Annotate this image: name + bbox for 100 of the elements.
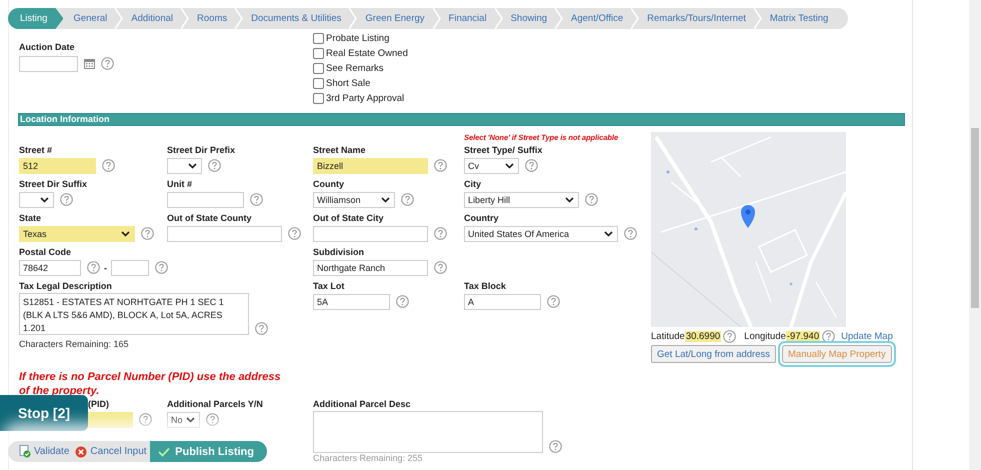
text-field[interactable]: A — [464, 294, 541, 310]
text-field[interactable]: Northgate Ranch — [313, 260, 428, 276]
chevron-icon — [494, 8, 503, 29]
help-icon[interactable] — [288, 227, 301, 240]
text-field[interactable]: 5A — [313, 294, 390, 310]
field-label: Tax Block — [464, 280, 507, 292]
character-counter: Characters Remaining: 255 — [313, 453, 423, 463]
help-icon[interactable] — [102, 159, 115, 172]
checkbox[interactable] — [313, 32, 324, 44]
tab[interactable]: Rooms — [189, 8, 236, 29]
text-field[interactable] — [87, 412, 133, 428]
checkbox-label: 3rd Party Approval — [326, 92, 404, 104]
dropdown[interactable]: Cv — [464, 158, 519, 174]
dropdown[interactable] — [167, 158, 202, 174]
validate-button[interactable]: Validate — [16, 441, 72, 462]
help-icon[interactable] — [549, 440, 562, 453]
text-field[interactable] — [313, 226, 428, 242]
text-field[interactable]: Bizzell — [313, 158, 428, 174]
checkbox[interactable] — [313, 48, 324, 58]
tab[interactable]: Documents & Utilities — [243, 8, 350, 29]
help-icon[interactable] — [547, 295, 560, 308]
field-label: Street Dir Prefix — [167, 144, 236, 156]
help-icon[interactable] — [60, 193, 73, 206]
help-icon[interactable] — [206, 413, 219, 426]
field-label: State — [19, 212, 42, 224]
dropdown[interactable] — [19, 192, 54, 208]
latitude-label: Latitude — [651, 330, 685, 342]
help-icon[interactable] — [101, 57, 114, 70]
date-field[interactable] — [19, 56, 78, 72]
warning-text: If there is no Parcel Number (PID) use the address of the property. — [19, 370, 282, 398]
tab[interactable]: General — [65, 8, 116, 29]
chevron-icon — [235, 8, 244, 29]
caret-icon[interactable] — [186, 416, 195, 422]
text-field[interactable] — [167, 192, 244, 208]
text-field[interactable]: 78642 — [19, 260, 81, 276]
update-map-link[interactable]: Update Map — [841, 330, 893, 342]
help-icon[interactable] — [585, 193, 598, 206]
chevron-icon — [631, 8, 640, 29]
help-icon[interactable] — [434, 227, 447, 240]
text-area[interactable]: S12851 - ESTATES AT NORHTGATE PH 1 SEC 1 (BLK A LTS 5&6 AMD), BLOCK A, Lot 5A, ACRES 1.201 — [19, 293, 249, 335]
stop-button[interactable]: Stop [2] — [0, 395, 88, 431]
tab[interactable]: Remarks/Tours/Internet — [639, 8, 754, 29]
tab[interactable]: Showing — [502, 8, 556, 29]
help-icon[interactable] — [141, 227, 154, 240]
field-label: Auction Date — [19, 41, 76, 53]
text-field[interactable] — [111, 260, 149, 276]
calendar-icon[interactable] — [84, 58, 95, 69]
publish-button[interactable]: Publish Listing — [150, 441, 267, 462]
caret-icon[interactable] — [604, 230, 613, 236]
dropdown[interactable]: Williamson — [313, 192, 395, 208]
field-label: County — [313, 178, 345, 190]
map-button[interactable]: Get Lat/Long from address — [651, 345, 776, 363]
checkbox[interactable] — [313, 78, 324, 88]
caret-icon[interactable] — [121, 230, 130, 236]
caret-icon[interactable] — [505, 162, 514, 168]
text-field[interactable]: 512 — [19, 158, 96, 174]
help-icon[interactable] — [208, 159, 221, 172]
longitude-label: Longitude — [744, 330, 786, 342]
tab[interactable]: Green Energy — [357, 8, 433, 29]
tab[interactable]: Matrix Testing — [762, 8, 836, 29]
chevron-icon — [349, 8, 358, 29]
dropdown[interactable]: Liberty Hill — [464, 192, 579, 208]
dropdown[interactable]: No — [167, 412, 200, 428]
field-label: Street # — [19, 144, 54, 156]
field-label: Postal Code — [19, 246, 72, 258]
help-icon[interactable] — [139, 413, 152, 426]
dropdown[interactable]: United States Of America — [464, 226, 618, 242]
help-icon[interactable] — [624, 227, 637, 240]
caret-icon[interactable] — [188, 162, 197, 168]
caret-icon[interactable] — [565, 196, 574, 202]
validate-icon — [19, 445, 31, 458]
section-header: Location Information — [18, 113, 905, 126]
tab[interactable]: Additional — [123, 8, 182, 29]
help-icon[interactable] — [87, 261, 100, 274]
checkbox[interactable] — [313, 92, 324, 104]
checkbox[interactable] — [313, 62, 324, 74]
character-counter: Characters Remaining: 165 — [19, 339, 130, 349]
help-icon[interactable] — [396, 295, 409, 308]
cancel-button[interactable]: Cancel Input — [72, 441, 150, 462]
help-icon[interactable] — [434, 261, 447, 274]
caret-icon[interactable] — [381, 196, 390, 202]
text-field[interactable] — [167, 226, 282, 242]
help-icon[interactable] — [155, 261, 168, 274]
field-label: Tax Legal Description — [19, 280, 113, 292]
field-label: Tax Lot — [313, 280, 346, 292]
tab[interactable]: Listing — [8, 8, 64, 29]
caret-icon[interactable] — [40, 196, 49, 202]
help-icon[interactable] — [250, 193, 263, 206]
help-icon[interactable] — [525, 159, 538, 172]
scrollbar[interactable] — [969, 0, 981, 470]
help-icon[interactable] — [723, 330, 736, 342]
text-area[interactable] — [313, 411, 543, 453]
help-icon[interactable] — [401, 193, 414, 206]
help-icon[interactable] — [255, 322, 268, 335]
help-icon[interactable] — [434, 159, 447, 172]
dropdown[interactable]: Texas — [19, 226, 135, 242]
checkbox-label: Real Estate Owned — [326, 48, 408, 58]
chevron-icon — [432, 8, 441, 29]
tab[interactable]: Financial — [440, 8, 495, 29]
tab[interactable]: Agent/Office — [563, 8, 632, 29]
